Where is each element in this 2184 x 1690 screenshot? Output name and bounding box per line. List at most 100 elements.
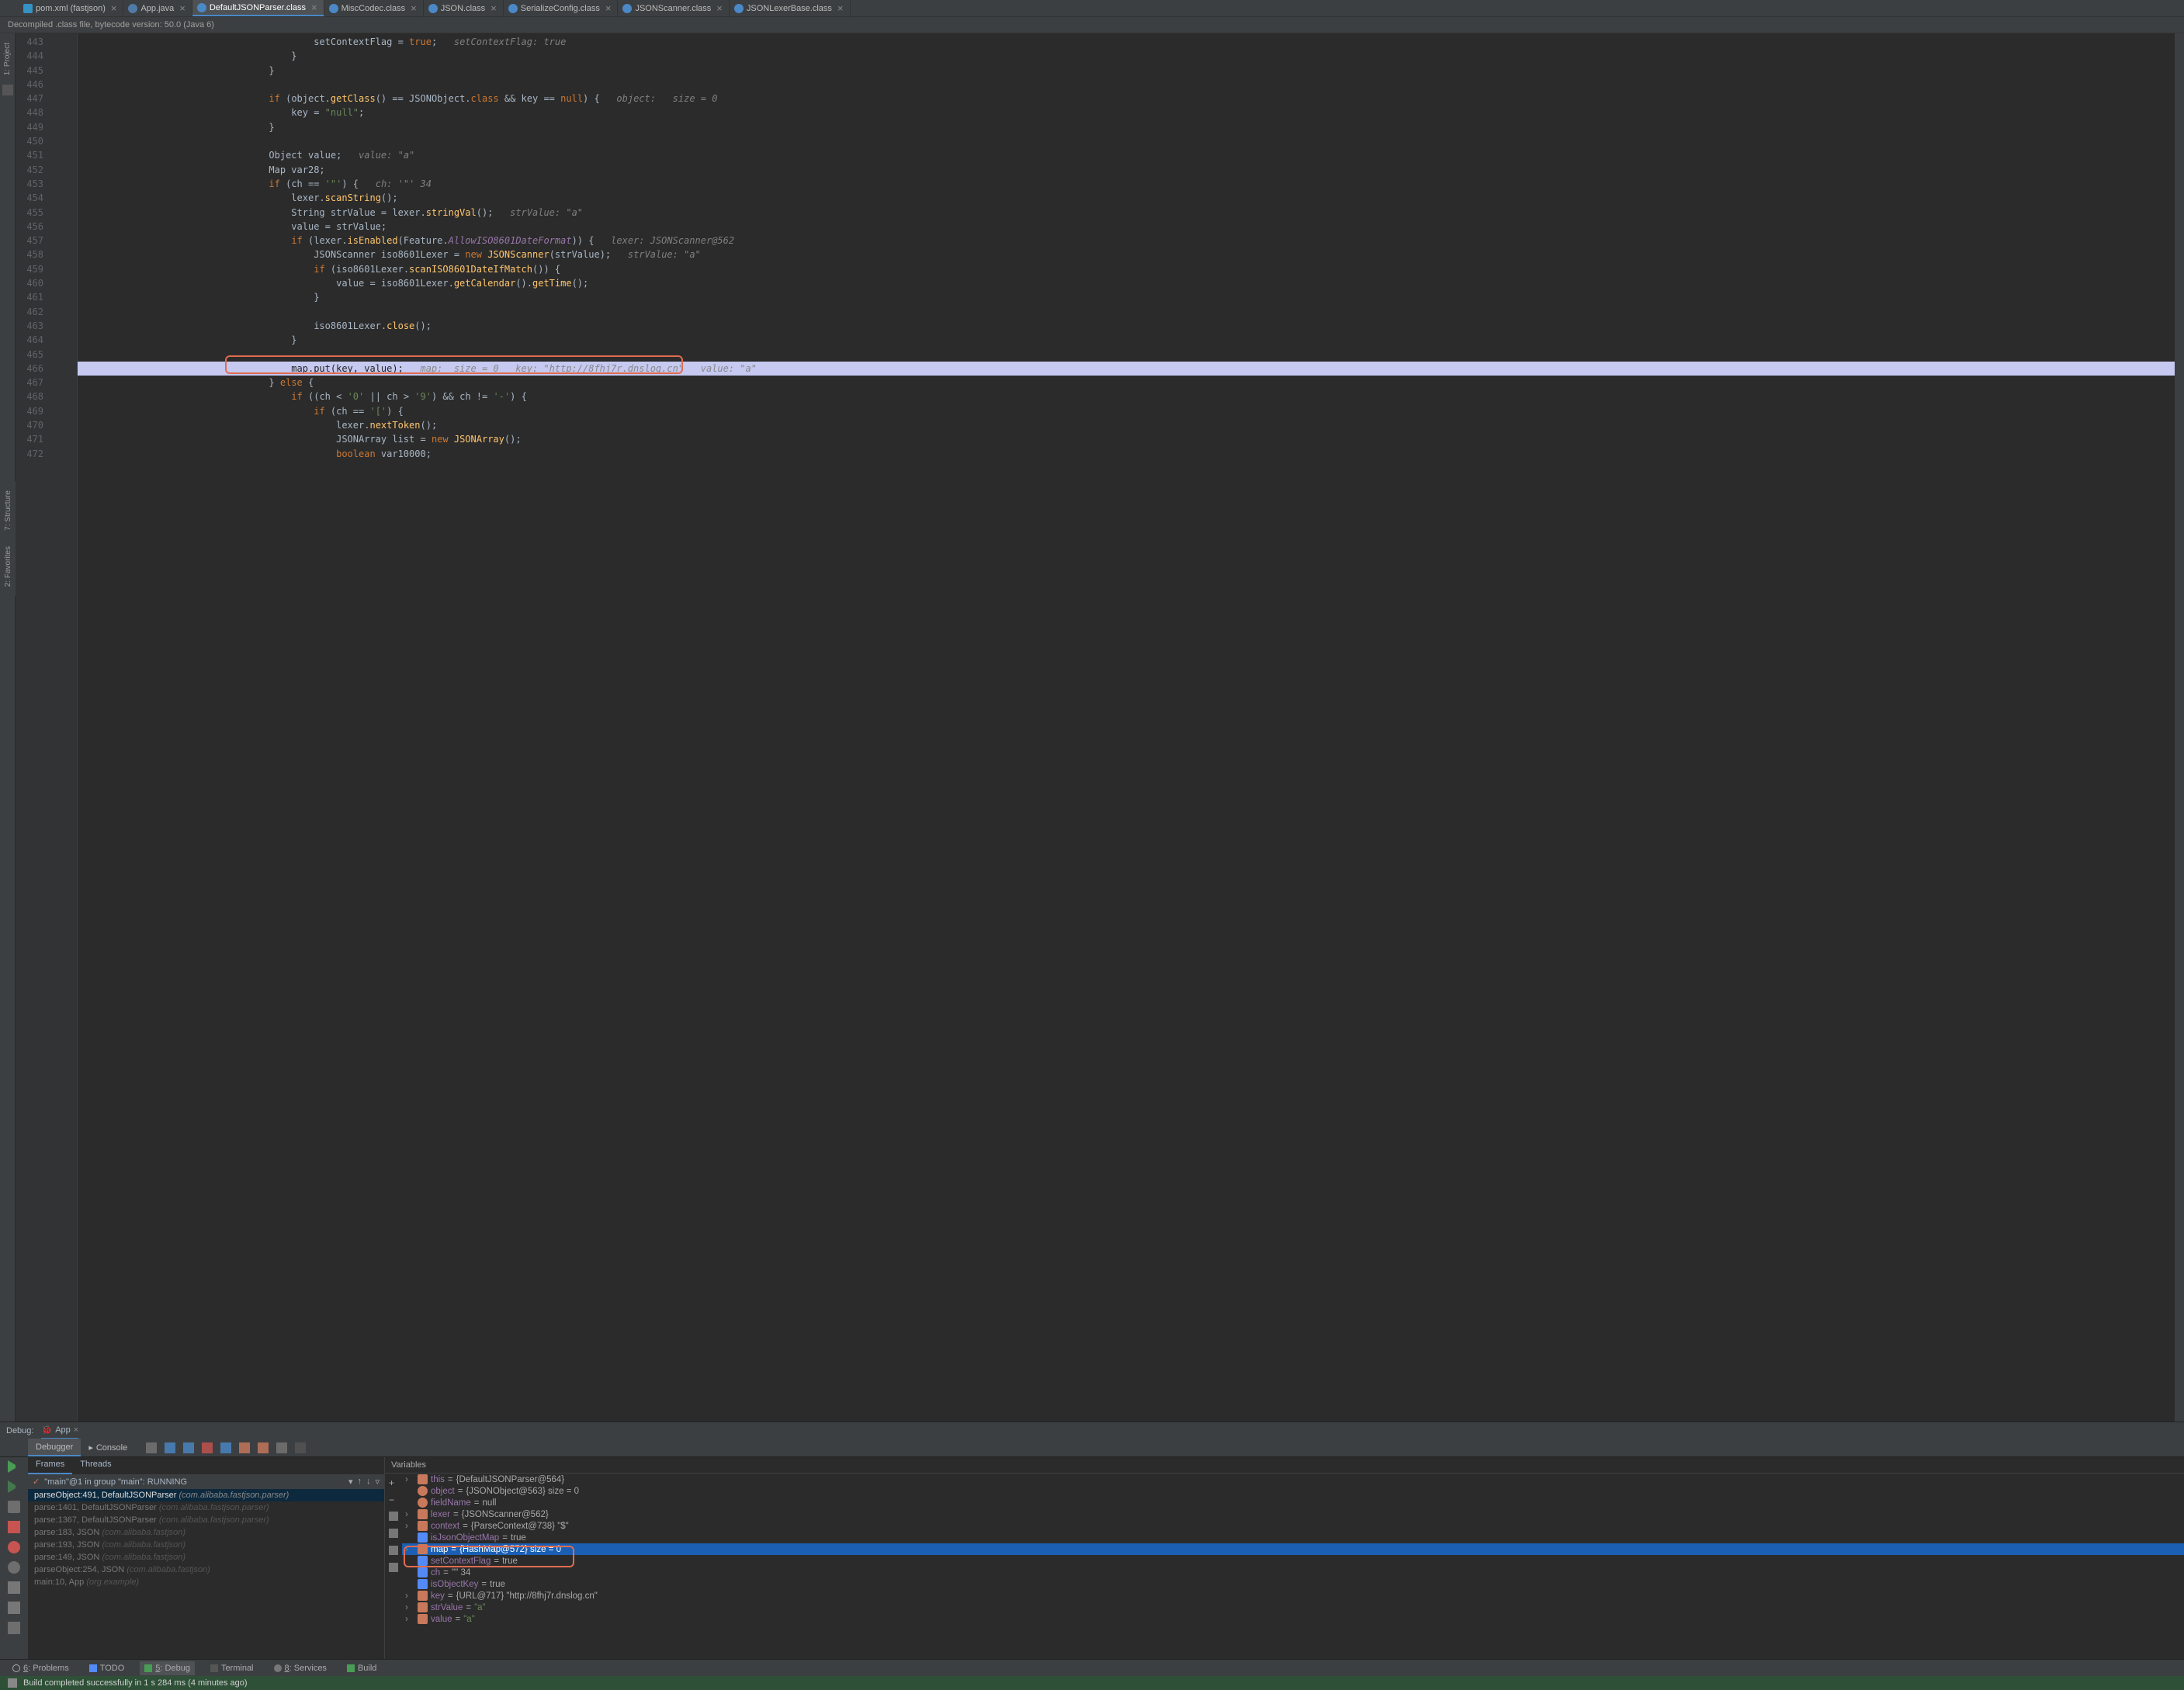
variable-row[interactable]: ›lexer = {JSONScanner@562} [402,1508,2184,1520]
run-to-cursor-icon[interactable] [258,1442,269,1453]
code-line[interactable]: if (lexer.isEnabled(Feature.AllowISO8601… [78,234,2175,248]
trace-icon[interactable] [295,1442,306,1453]
code-line[interactable]: boolean var10000; [78,447,2175,461]
rerun-icon[interactable] [8,1480,20,1493]
variable-row[interactable]: isJsonObjectMap = true [402,1532,2184,1543]
code-line[interactable]: lexer.scanString(); [78,191,2175,205]
todo-tab[interactable]: TODO [85,1661,130,1675]
camera-icon[interactable] [8,1581,20,1594]
code-line[interactable]: value = strValue; [78,220,2175,234]
stack-frame[interactable]: parse:193, JSON (com.alibaba.fastjson) [28,1539,384,1551]
variable-row[interactable]: ch = '"' 34 [402,1567,2184,1578]
code-line[interactable]: String strValue = lexer.stringVal(); str… [78,206,2175,220]
variable-row[interactable]: ›map = {HashMap@572} size = 0 [402,1543,2184,1555]
threads-icon[interactable] [146,1442,157,1453]
code-line[interactable] [78,78,2175,92]
project-tool-button[interactable]: 1: Project [3,38,12,80]
pin-icon[interactable] [8,1622,20,1634]
code-line[interactable]: JSONScanner iso8601Lexer = new JSONScann… [78,248,2175,261]
thread-selector[interactable]: ✓ "main"@1 in group "main": RUNNING ▾ ↑ … [28,1474,384,1489]
code-line[interactable]: iso8601Lexer.close(); [78,319,2175,333]
code-area[interactable]: setContextFlag = true; setContextFlag: t… [78,33,2175,1422]
code-line[interactable]: if (object.getClass() == JSONObject.clas… [78,92,2175,106]
stack-frame[interactable]: parse:1367, DefaultJSONParser (com.aliba… [28,1514,384,1526]
step-over-icon[interactable] [165,1442,175,1453]
variable-row[interactable]: object = {JSONObject@563} size = 0 [402,1485,2184,1497]
console-tab[interactable]: ▸ Console [81,1439,135,1456]
close-icon[interactable]: × [605,2,612,14]
code-line[interactable] [78,305,2175,319]
variable-row[interactable]: ›context = {ParseContext@738} "$" [402,1520,2184,1532]
terminal-tab[interactable]: Terminal [206,1661,258,1675]
glasses-icon[interactable] [389,1563,398,1572]
services-tab[interactable]: 8: Services [269,1661,331,1675]
editor-tab[interactable]: pom.xml (fastjson)× [19,0,123,16]
threads-subtab[interactable]: Threads [72,1457,119,1474]
editor-tab[interactable]: JSONLexerBase.class× [730,0,851,16]
code-line[interactable]: if (ch == '"') { ch: '"' 34 [78,177,2175,191]
arrow-down-icon[interactable]: ↓ [366,1477,371,1487]
code-line[interactable]: } [78,290,2175,304]
filter-icon[interactable]: ▿ [375,1477,380,1487]
close-icon[interactable]: × [491,2,497,14]
editor-tab[interactable]: DefaultJSONParser.class× [192,0,324,16]
editor-tab[interactable]: JSONScanner.class× [618,0,729,16]
code-line[interactable]: } [78,120,2175,134]
stop-icon[interactable] [8,1521,20,1533]
code-line[interactable]: lexer.nextToken(); [78,418,2175,432]
close-icon[interactable]: × [837,2,844,14]
force-step-icon[interactable] [202,1442,213,1453]
favorites-tool-button[interactable]: 2: Favorites [4,542,12,591]
code-line[interactable]: JSONArray list = new JSONArray(); [78,432,2175,446]
code-line[interactable]: value = iso8601Lexer.getCalendar().getTi… [78,276,2175,290]
code-line[interactable] [78,348,2175,362]
view-breakpoints-icon[interactable] [8,1541,20,1553]
close-icon[interactable]: × [716,2,723,14]
settings-icon[interactable] [8,1602,20,1614]
arrow-up-icon[interactable]: ↑ [357,1477,362,1487]
stack-frame[interactable]: main:10, App (org.example) [28,1576,384,1588]
stack-frame[interactable]: parse:183, JSON (com.alibaba.fastjson) [28,1526,384,1539]
copy-icon[interactable] [389,1546,398,1555]
step-into-icon[interactable] [183,1442,194,1453]
code-line[interactable]: map.put(key, value); map: size = 0 key: … [78,362,2175,376]
step-out-icon[interactable] [220,1442,231,1453]
add-watch-icon[interactable]: + [389,1477,398,1487]
variable-row[interactable]: setContextFlag = true [402,1555,2184,1567]
code-line[interactable]: setContextFlag = true; setContextFlag: t… [78,35,2175,49]
problems-tab[interactable]: 6: Problems [8,1661,74,1675]
code-line[interactable]: if (ch == '[') { [78,404,2175,418]
code-line[interactable]: } [78,64,2175,78]
structure-tool-button[interactable]: 7: Structure [4,486,12,535]
close-icon[interactable]: × [111,2,117,14]
close-icon[interactable]: × [311,2,317,13]
build-tab[interactable]: Build [342,1661,381,1675]
debug-tab[interactable]: 5: Debug [140,1661,195,1675]
chevron-down-icon[interactable]: ▾ [348,1477,353,1487]
code-line[interactable]: key = "null"; [78,106,2175,119]
close-icon[interactable]: × [74,1425,78,1435]
close-icon[interactable]: × [411,2,417,14]
mute-breakpoints-icon[interactable] [8,1561,20,1574]
evaluate-icon[interactable] [276,1442,287,1453]
down-icon[interactable] [389,1529,398,1538]
drop-frame-icon[interactable] [239,1442,250,1453]
up-icon[interactable] [389,1512,398,1521]
stack-frame[interactable]: parse:149, JSON (com.alibaba.fastjson) [28,1551,384,1564]
code-line[interactable]: } [78,333,2175,347]
debugger-tab[interactable]: Debugger [28,1439,81,1456]
editor-tab[interactable]: SerializeConfig.class× [504,0,619,16]
code-line[interactable]: } [78,49,2175,63]
variable-row[interactable]: ›key = {URL@717} "http://8fhj7r.dnslog.c… [402,1590,2184,1602]
pause-icon[interactable] [8,1501,20,1513]
code-line[interactable]: if (iso8601Lexer.scanISO8601DateIfMatch(… [78,262,2175,276]
stack-frame[interactable]: parseObject:491, DefaultJSONParser (com.… [28,1489,384,1501]
frames-subtab[interactable]: Frames [28,1457,72,1474]
code-line[interactable]: } else { [78,376,2175,390]
close-icon[interactable]: × [179,2,185,14]
editor-scrollbar[interactable] [2175,33,2184,1422]
editor-tab[interactable]: MiscCodec.class× [324,0,424,16]
stack-frame[interactable]: parseObject:254, JSON (com.alibaba.fastj… [28,1564,384,1576]
variable-row[interactable]: ›value = "a" [402,1613,2184,1625]
run-config-tab[interactable]: 🐞 App × [41,1422,78,1439]
